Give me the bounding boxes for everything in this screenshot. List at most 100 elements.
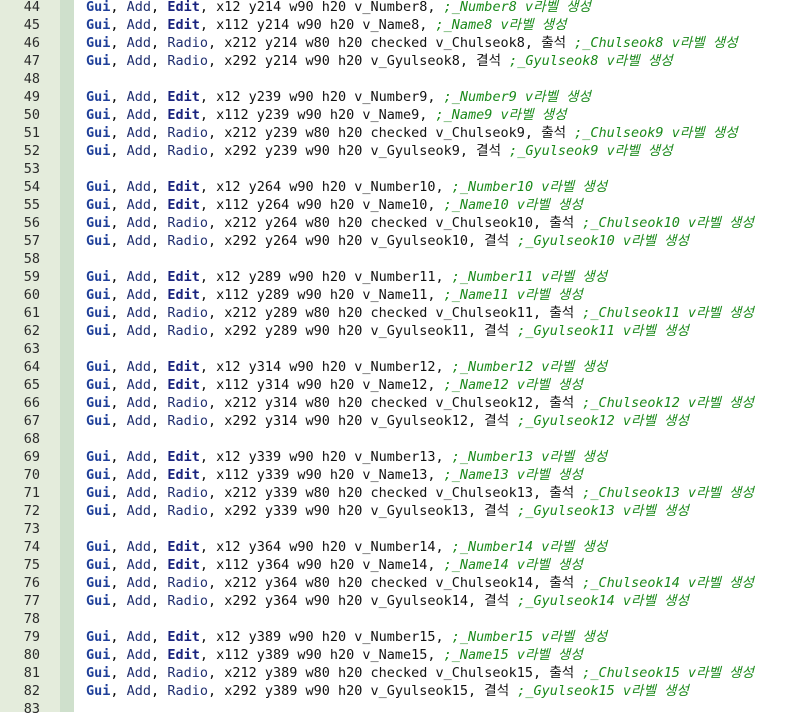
code-text[interactable]: Gui, Add, Edit, x12 y339 w90 h20 v_Numbe… [86,448,607,466]
code-line[interactable]: 51 Gui, Add, Radio, x212 y239 w80 h20 che… [0,124,810,142]
code-text[interactable]: Gui, Add, Radio, x212 y264 w80 h20 check… [86,214,754,232]
code-text[interactable]: Gui, Add, Radio, x212 y339 w80 h20 check… [86,484,754,502]
code-line[interactable]: 50 Gui, Add, Edit, x112 y239 w90 h20 v_Na… [0,106,810,124]
code-text[interactable]: Gui, Add, Radio, x212 y239 w80 h20 check… [86,124,738,142]
code-text[interactable]: Gui, Add, Edit, x112 y364 w90 h20 v_Name… [86,556,583,574]
code-line[interactable]: 64 Gui, Add, Edit, x12 y314 w90 h20 v_Num… [0,358,810,376]
control-type: Edit [167,377,200,393]
code-line[interactable]: 69 Gui, Add, Edit, x12 y339 w90 h20 v_Num… [0,448,810,466]
code-line[interactable]: 45 Gui, Add, Edit, x112 y214 w90 h20 v_Na… [0,16,810,34]
code-line[interactable]: 67 Gui, Add, Radio, x292 y314 w90 h20 v_G… [0,412,810,430]
line-number: 47 [23,53,40,69]
code-text[interactable]: Gui, Add, Radio, x292 y364 w90 h20 v_Gyu… [86,592,689,610]
code-text[interactable]: Gui, Add, Edit, x12 y314 w90 h20 v_Numbe… [86,358,607,376]
keyword-add: Add [126,215,152,231]
arguments: , x292 y264 w90 h20 v_Gyulseok10, 결석 [207,233,518,249]
code-line[interactable]: 59 Gui, Add, Edit, x12 y289 w90 h20 v_Num… [0,268,810,286]
code-text[interactable]: Gui, Add, Radio, x212 y314 w80 h20 check… [86,394,754,412]
arguments: , x292 y289 w90 h20 v_Gyulseok11, 결석 [207,323,518,339]
arguments: , x112 y214 w90 h20 v_Name8, [199,17,436,33]
code-line[interactable]: 79 Gui, Add, Edit, x12 y389 w90 h20 v_Num… [0,628,810,646]
keyword-add: Add [126,179,152,195]
code-text[interactable]: Gui, Add, Radio, x212 y389 w80 h20 check… [86,664,754,682]
code-text[interactable]: Gui, Add, Edit, x12 y364 w90 h20 v_Numbe… [86,538,607,556]
code-line[interactable]: 66 Gui, Add, Radio, x212 y314 w80 h20 che… [0,394,810,412]
code-line[interactable]: 72 Gui, Add, Radio, x292 y339 w90 h20 v_G… [0,502,810,520]
code-text[interactable]: Gui, Add, Radio, x212 y364 w80 h20 check… [86,574,754,592]
code-line[interactable]: 83 [0,700,810,718]
code-line[interactable]: 61 Gui, Add, Radio, x212 y289 w80 h20 che… [0,304,810,322]
control-type: Radio [167,503,208,519]
control-type: Edit [167,449,200,465]
comment: ;_Chulseok14 v라벨 생성 [582,575,754,591]
code-text[interactable]: Gui, Add, Radio, x292 y339 w90 h20 v_Gyu… [86,502,689,520]
code-line[interactable]: 71 Gui, Add, Radio, x212 y339 w80 h20 che… [0,484,810,502]
code-text[interactable]: Gui, Add, Edit, x112 y239 w90 h20 v_Name… [86,106,567,124]
code-line[interactable]: 74 Gui, Add, Edit, x12 y364 w90 h20 v_Num… [0,538,810,556]
code-text[interactable]: Gui, Add, Edit, x112 y289 w90 h20 v_Name… [86,286,583,304]
code-line[interactable]: 70 Gui, Add, Edit, x112 y339 w90 h20 v_Na… [0,466,810,484]
code-line[interactable]: 52 Gui, Add, Radio, x292 y239 w90 h20 v_G… [0,142,810,160]
keyword-gui: Gui [86,107,111,123]
code-line[interactable]: 82 Gui, Add, Radio, x292 y389 w90 h20 v_G… [0,682,810,700]
line-number: 51 [23,125,40,141]
code-line[interactable]: 81 Gui, Add, Radio, x212 y389 w80 h20 che… [0,664,810,682]
code-line[interactable]: 75 Gui, Add, Edit, x112 y364 w90 h20 v_Na… [0,556,810,574]
code-line[interactable]: 73 [0,520,810,538]
code-line[interactable]: 57 Gui, Add, Radio, x292 y264 w90 h20 v_G… [0,232,810,250]
line-number: 53 [23,161,40,177]
code-line[interactable]: 56 Gui, Add, Radio, x212 y264 w80 h20 che… [0,214,810,232]
arguments: , x292 y314 w90 h20 v_Gyulseok12, 결석 [207,413,518,429]
code-line[interactable]: 44 Gui, Add, Edit, x12 y214 w90 h20 v_Num… [0,0,810,16]
code-line[interactable]: 55 Gui, Add, Edit, x112 y264 w90 h20 v_Na… [0,196,810,214]
code-text[interactable]: Gui, Add, Edit, x112 y214 w90 h20 v_Name… [86,16,567,34]
code-text[interactable]: Gui, Add, Edit, x12 y289 w90 h20 v_Numbe… [86,268,607,286]
code-text[interactable]: Gui, Add, Radio, x292 y264 w90 h20 v_Gyu… [86,232,689,250]
code-line[interactable]: 77 Gui, Add, Radio, x292 y364 w90 h20 v_G… [0,592,810,610]
code-text[interactable]: Gui, Add, Edit, x112 y264 w90 h20 v_Name… [86,196,583,214]
comment: ;_Number15 v라벨 생성 [451,629,608,645]
line-number: 48 [23,71,40,87]
code-text[interactable]: Gui, Add, Edit, x12 y239 w90 h20 v_Numbe… [86,88,591,106]
code-text[interactable]: Gui, Add, Radio, x292 y389 w90 h20 v_Gyu… [86,682,689,700]
code-text[interactable]: Gui, Add, Radio, x292 y289 w90 h20 v_Gyu… [86,322,689,340]
line-number: 52 [23,143,40,159]
code-line[interactable]: 58 [0,250,810,268]
code-line[interactable]: 76 Gui, Add, Radio, x212 y364 w80 h20 che… [0,574,810,592]
code-line[interactable]: 80 Gui, Add, Edit, x112 y389 w90 h20 v_Na… [0,646,810,664]
code-text[interactable]: Gui, Add, Edit, x112 y314 w90 h20 v_Name… [86,376,583,394]
code-line[interactable]: 78 [0,610,810,628]
code-text[interactable]: Gui, Add, Edit, x12 y214 w90 h20 v_Numbe… [86,0,591,16]
code-text[interactable]: Gui, Add, Radio, x212 y214 w80 h20 check… [86,34,738,52]
comment: ;_Number8 v라벨 생성 [443,0,591,15]
code-line[interactable]: 47 Gui, Add, Radio, x292 y214 w90 h20 v_G… [0,52,810,70]
code-lines[interactable]: 44 Gui, Add, Edit, x12 y214 w90 h20 v_Num… [0,0,810,718]
code-line[interactable]: 68 [0,430,810,448]
arguments: , x12 y314 w90 h20 v_Number12, [199,359,452,375]
code-text[interactable]: Gui, Add, Edit, x12 y389 w90 h20 v_Numbe… [86,628,607,646]
control-type: Radio [167,593,208,609]
code-line[interactable]: 53 [0,160,810,178]
code-line[interactable]: 60 Gui, Add, Edit, x112 y289 w90 h20 v_Na… [0,286,810,304]
keyword-gui: Gui [86,89,111,105]
code-text[interactable]: Gui, Add, Edit, x12 y264 w90 h20 v_Numbe… [86,178,607,196]
code-text[interactable]: Gui, Add, Edit, x112 y339 w90 h20 v_Name… [86,466,583,484]
arguments: , x112 y264 w90 h20 v_Name10, [199,197,444,213]
code-line[interactable]: 48 [0,70,810,88]
code-line[interactable]: 63 [0,340,810,358]
keyword-add: Add [126,395,152,411]
keyword-gui: Gui [86,233,111,249]
code-editor[interactable]: 44 Gui, Add, Edit, x12 y214 w90 h20 v_Num… [0,0,810,717]
code-text[interactable]: Gui, Add, Radio, x292 y214 w90 h20 v_Gyu… [86,52,673,70]
code-line[interactable]: 46 Gui, Add, Radio, x212 y214 w80 h20 che… [0,34,810,52]
code-text[interactable]: Gui, Add, Radio, x212 y289 w80 h20 check… [86,304,754,322]
control-type: Edit [167,0,200,15]
code-line[interactable]: 54 Gui, Add, Edit, x12 y264 w90 h20 v_Num… [0,178,810,196]
code-line[interactable]: 62 Gui, Add, Radio, x292 y289 w90 h20 v_G… [0,322,810,340]
code-line[interactable]: 49 Gui, Add, Edit, x12 y239 w90 h20 v_Num… [0,88,810,106]
arguments: , x212 y214 w80 h20 checked v_Chulseok8,… [207,35,575,51]
code-text[interactable]: Gui, Add, Edit, x112 y389 w90 h20 v_Name… [86,646,583,664]
code-text[interactable]: Gui, Add, Radio, x292 y239 w90 h20 v_Gyu… [86,142,673,160]
code-text[interactable]: Gui, Add, Radio, x292 y314 w90 h20 v_Gyu… [86,412,689,430]
code-line[interactable]: 65 Gui, Add, Edit, x112 y314 w90 h20 v_Na… [0,376,810,394]
